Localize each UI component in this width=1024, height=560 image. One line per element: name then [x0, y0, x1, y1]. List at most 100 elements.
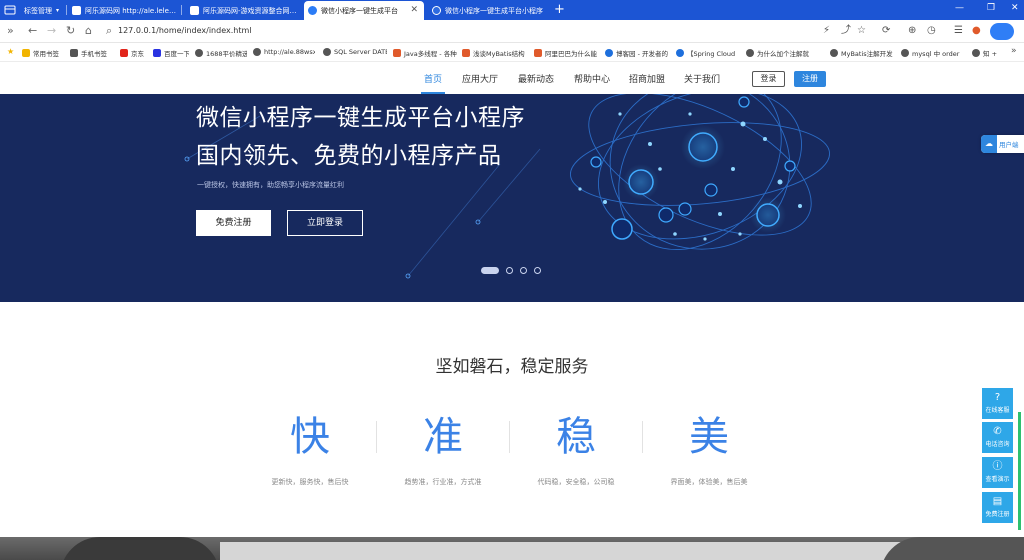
feature-accurate: 准 趋势准，行业准，方式准 — [393, 412, 493, 487]
minimize-icon[interactable]: — — [955, 3, 964, 13]
nav-about-us[interactable]: 关于我们 — [684, 72, 720, 85]
bookmark-item[interactable]: 知 + — [972, 48, 1006, 58]
bookmark-item[interactable]: 常用书签 — [22, 48, 70, 58]
online-service-button[interactable]: ? 在线客服 — [982, 388, 1013, 419]
nav-help-center[interactable]: 帮助中心 — [574, 72, 610, 85]
nav-app-hall[interactable]: 应用大厅 — [462, 72, 498, 85]
extension-icon[interactable]: ⟳ — [882, 25, 890, 37]
sidebar-toggle-icon[interactable]: » — [7, 25, 14, 37]
feature-beautiful: 美 界面美，体验美，售后美 — [659, 412, 759, 487]
bookmark-label: 博客园 - 开发者的 — [616, 50, 668, 58]
bookmark-label: 京东 — [131, 50, 144, 58]
free-register-button[interactable]: 免费注册 — [196, 210, 271, 236]
user-avatar-icon[interactable]: ● — [972, 25, 981, 37]
url-input[interactable]: 127.0.0.1/home/index/index.html — [118, 26, 251, 35]
back-arrow-icon[interactable]: ← — [28, 25, 37, 37]
globe-icon — [746, 49, 754, 57]
cloud-icon: ☁ — [981, 135, 997, 153]
history-icon[interactable]: ◷ — [927, 25, 936, 37]
features-title: 坚如磐石，稳定服务 — [435, 357, 589, 377]
new-tab-button[interactable]: + — [554, 2, 565, 17]
cloud-sync-button[interactable] — [990, 23, 1014, 40]
bookmark-item[interactable]: 浅谈MyBatis结构 — [462, 48, 528, 58]
tab-label: 标签管理 — [24, 6, 52, 15]
nav-latest-news[interactable]: 最新动态 — [518, 72, 554, 85]
phone-consult-button[interactable]: ✆ 电话咨询 — [982, 422, 1013, 453]
close-tab-icon[interactable]: ✕ — [410, 5, 418, 15]
login-button[interactable]: 登录 — [752, 71, 785, 87]
bookmark-item[interactable]: 百度一下 — [153, 48, 189, 58]
home-icon[interactable]: ⌂ — [85, 25, 92, 37]
globe-icon — [830, 49, 838, 57]
feature-divider — [509, 421, 510, 453]
bookmark-label: 浅谈MyBatis结构 — [473, 50, 525, 58]
user-side-tab[interactable]: ☁ 用户端 — [981, 135, 1024, 153]
free-register-side-button[interactable]: ▤ 免费注册 — [982, 492, 1013, 523]
address-bar: » ← → ↻ ⌂ ⌕ 127.0.0.1/home/index/index.h… — [0, 20, 1024, 43]
bookmark-label: 为什么加个注解就 — [757, 50, 809, 58]
side-item-label: 电话咨询 — [985, 441, 1010, 448]
carousel-dot-3[interactable] — [520, 267, 527, 274]
forward-arrow-icon[interactable]: → — [47, 25, 56, 37]
nav-home[interactable]: 首页 — [424, 72, 442, 85]
bookmark-folder-icon — [22, 49, 30, 57]
reload-icon[interactable]: ↻ — [66, 25, 75, 37]
bookmark-item[interactable]: SQL Server DATE — [323, 48, 387, 56]
globe-icon — [901, 49, 909, 57]
star-icon[interactable]: ☆ — [857, 25, 866, 37]
tab-ale-source-2[interactable]: 阿乐源码网-游戏资源整合网站,免 — [186, 1, 298, 20]
tab-ale-source-1[interactable]: 阿乐源码网 http://ale.leleyang — [68, 1, 178, 20]
next-section-banner-image — [0, 537, 1024, 560]
carousel-dot-4[interactable] — [534, 267, 541, 274]
tab-bookmark-manager[interactable]: 标签管理 ▾ — [20, 1, 64, 20]
login-now-button[interactable]: 立即登录 — [287, 210, 363, 236]
feature-char: 美 — [689, 414, 729, 460]
window-menu-icon[interactable] — [4, 4, 16, 16]
bookmark-label: 手机书签 — [81, 50, 107, 58]
bookmark-item[interactable]: 手机书签 — [70, 48, 118, 58]
feature-divider — [376, 421, 377, 453]
restore-icon[interactable]: ❐ — [987, 3, 995, 13]
share-icon[interactable]: ⤴ — [841, 25, 851, 37]
bookmark-item[interactable]: 1688平价精选 — [195, 48, 247, 58]
feature-fast: 快 更新快，服务快，售后快 — [260, 412, 360, 487]
register-button[interactable]: 注册 — [794, 71, 826, 87]
tab-mini-program-platform[interactable]: 微信小程序一键生成平台 ✕ — [304, 1, 424, 20]
bookmark-label: SQL Server DATE — [334, 48, 387, 56]
question-icon: ? — [994, 392, 1001, 403]
bookmarks-bar: ★ 常用书签 手机书签 京东 百度一下 1688平价精选 http://ale.… — [0, 43, 1024, 62]
tab-mini-program-platform-2[interactable]: 微信小程序一键生成平台小程序 — [428, 1, 546, 20]
bookmark-item[interactable]: 为什么加个注解就 — [746, 48, 824, 58]
tab-label: 阿乐源码网 http://ale.leleyang — [85, 6, 178, 15]
bookmark-item[interactable]: 阿里巴巴为什么能 — [534, 48, 598, 58]
menu-icon[interactable]: ☰ — [954, 25, 963, 37]
globe-icon — [323, 48, 331, 56]
bookmark-item[interactable]: Java多线程 - 各种 — [393, 48, 459, 58]
bookmark-label: 阿里巴巴为什么能 — [545, 50, 597, 58]
bookmark-label: 知 + — [983, 50, 998, 58]
nav-franchise[interactable]: 招商加盟 — [629, 72, 665, 85]
hero-subtitle: 一键授权，快速拥有，助您畅享小程序流量红利 — [197, 181, 344, 189]
carousel-dot-1[interactable] — [481, 267, 499, 274]
bookmark-label: MyBatis注解开发 — [841, 50, 893, 58]
site-header: 首页 应用大厅 最新动态 帮助中心 招商加盟 关于我们 登录 注册 — [0, 63, 1024, 94]
bookmark-label: 常用书签 — [33, 50, 59, 58]
bookmark-item[interactable]: mysql 中 order — [901, 48, 967, 58]
lightning-icon[interactable]: ⚡ — [823, 25, 830, 37]
carousel-indicators — [481, 267, 541, 274]
bookmark-item[interactable]: 博客园 - 开发者的 — [605, 48, 669, 58]
feature-char: 稳 — [556, 414, 596, 460]
download-icon[interactable]: ⊕ — [908, 25, 916, 37]
carousel-dot-2[interactable] — [506, 267, 513, 274]
scroll-indicator[interactable] — [1018, 412, 1021, 530]
window-close-icon[interactable]: ✕ — [1011, 3, 1019, 13]
more-bookmarks-icon[interactable]: » — [1011, 46, 1017, 56]
browser-tab-strip: 标签管理 ▾ 阿乐源码网 http://ale.leleyang 阿乐源码网-游… — [0, 0, 1024, 20]
view-demo-button[interactable]: ⓘ 查看演示 — [982, 457, 1013, 488]
bookmark-item[interactable]: http://ale.88wsx — [253, 48, 315, 56]
tab-label: 阿乐源码网-游戏资源整合网站,免 — [203, 6, 298, 15]
bookmark-item[interactable]: 京东 — [120, 48, 150, 58]
bookmark-item[interactable]: 【Spring Cloud — [676, 48, 736, 58]
bookmark-item[interactable]: MyBatis注解开发 — [830, 48, 896, 58]
info-icon: ⓘ — [992, 461, 1003, 472]
